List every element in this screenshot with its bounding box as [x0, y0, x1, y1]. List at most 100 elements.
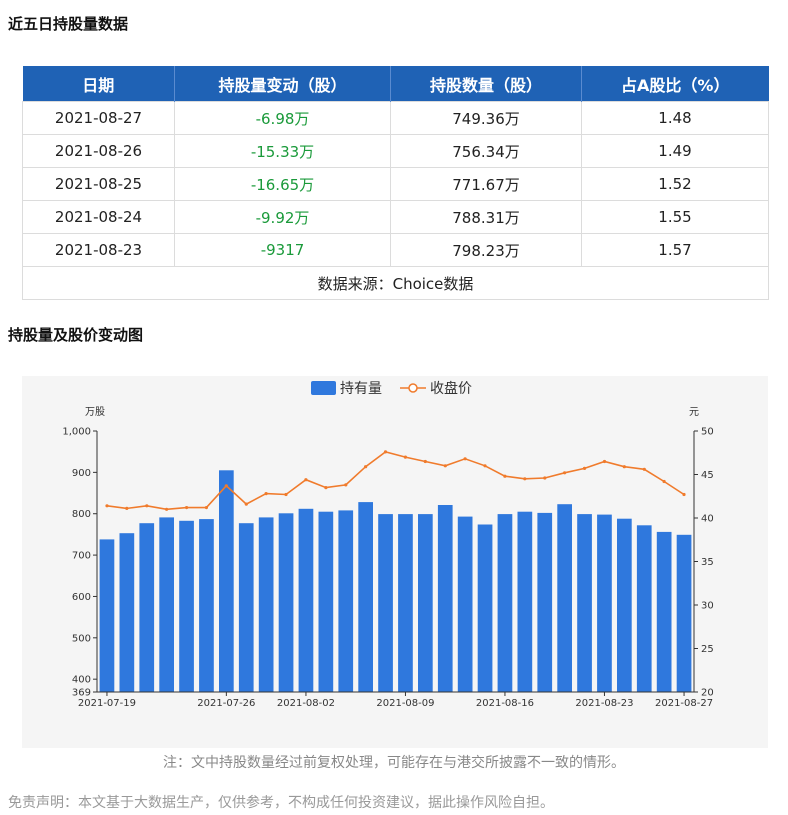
price-point	[145, 504, 149, 508]
bar-holdings	[99, 539, 115, 692]
bar-holdings	[418, 514, 433, 692]
bar-series-holdings	[99, 470, 692, 692]
y-right-tick-label: 40	[701, 514, 714, 525]
table-row: 2021-08-25 -16.65万 771.67万 1.52	[22, 167, 769, 201]
y-right-tick-label: 25	[701, 644, 714, 655]
cell-date: 2021-08-25	[22, 167, 175, 201]
bar-holdings	[119, 533, 135, 692]
bar-holdings	[219, 470, 234, 692]
price-point	[344, 483, 348, 487]
cell-change: -9.92万	[174, 200, 391, 234]
price-point	[602, 459, 607, 464]
price-point	[483, 464, 487, 468]
cell-change: -9317	[174, 233, 391, 267]
cell-change: -16.65万	[174, 167, 391, 201]
bar-holdings	[298, 508, 314, 692]
bar-holdings	[577, 514, 592, 692]
price-point	[642, 467, 646, 471]
cell-quantity: 756.34万	[390, 134, 582, 168]
data-source: 数据来源：Choice数据	[22, 266, 769, 300]
bar-holdings	[258, 517, 274, 692]
bar-holdings	[318, 511, 334, 692]
price-point	[423, 459, 427, 464]
footnote: 注：文中持股数量经过前复权处理，可能存在与港交所披露不一致的情形。	[163, 755, 625, 771]
price-point	[224, 484, 228, 488]
y-left-tick-label: 400	[72, 675, 91, 686]
y-right-tick-label: 30	[701, 601, 714, 612]
table-row: 2021-08-23 -9317 798.23万 1.57	[22, 233, 769, 267]
price-point	[443, 464, 447, 468]
x-tick-label: 2021-07-26	[197, 698, 255, 709]
holdings-price-chart: 持有量 收盘价 万股 元 369 400 500 600 700 800 900 1,000 2…	[62, 380, 714, 709]
price-point	[364, 465, 368, 469]
line-series-price	[105, 450, 686, 511]
section-title-holdings: 近五日持股量数据	[8, 15, 129, 33]
price-point	[622, 465, 626, 469]
table-row: 2021-08-26 -15.33万 756.34万 1.49	[22, 134, 769, 168]
legend-swatch-holdings	[311, 381, 336, 395]
bar-holdings	[238, 523, 254, 692]
bar-holdings	[457, 516, 473, 692]
bar-holdings	[656, 531, 672, 692]
x-tick-label: 2021-08-09	[376, 698, 434, 709]
price-point	[582, 466, 587, 470]
legend-label-price: 收盘价	[430, 380, 472, 397]
chart-panel: 持有量 收盘价 万股 元 369 400 500 600 700 800 900 1,000 2…	[22, 376, 768, 748]
cell-date: 2021-08-27	[22, 101, 175, 135]
cell-quantity: 798.23万	[390, 233, 582, 267]
y-right-unit-label: 元	[689, 407, 699, 418]
y-left-unit-label: 万股	[85, 406, 105, 418]
disclaimer: 免责声明：本文基于大数据生产，仅供参考，不构成任何投资建议，据此操作风险自担。	[8, 795, 554, 811]
price-point	[403, 455, 407, 459]
x-tick-label: 2021-08-23	[575, 698, 633, 709]
price-point	[543, 476, 547, 480]
price-line	[106, 451, 685, 511]
price-point	[125, 506, 129, 510]
header-quantity: 持股数量（股）	[390, 66, 582, 102]
cell-change: -6.98万	[174, 101, 391, 135]
price-point	[105, 504, 109, 508]
bar-holdings	[676, 534, 692, 692]
y-right-tick-label: 35	[701, 557, 714, 568]
y-left-tick-label: 1,000	[62, 427, 91, 438]
table-header-row: 日期 持股量变动（股） 持股数量（股） 占A股比（%）	[22, 66, 769, 102]
y-right-tick-label: 45	[701, 470, 714, 481]
cell-quantity: 771.67万	[390, 167, 582, 201]
price-point	[563, 471, 567, 475]
bar-holdings	[139, 523, 155, 692]
cell-date: 2021-08-23	[22, 233, 175, 267]
legend-swatch-price-marker	[408, 383, 418, 393]
header-ratio: 占A股比（%）	[581, 66, 769, 102]
bar-holdings	[199, 519, 214, 692]
x-tick-label: 2021-07-19	[78, 698, 136, 709]
legend-label-holdings: 持有量	[340, 381, 382, 397]
bar-holdings	[617, 518, 632, 692]
x-tick-label: 2021-08-02	[277, 698, 335, 709]
cell-date: 2021-08-24	[22, 200, 175, 234]
y-left-tick-label: 800	[72, 509, 91, 520]
cell-ratio: 1.49	[581, 134, 769, 168]
price-point	[165, 507, 169, 511]
y-left-tick-label: 500	[72, 633, 91, 644]
price-point	[523, 477, 527, 481]
cell-quantity: 749.36万	[390, 101, 582, 135]
bar-holdings	[378, 514, 393, 692]
bar-holdings	[537, 512, 553, 692]
y-right-tick-label: 20	[701, 688, 714, 699]
cell-ratio: 1.52	[581, 167, 769, 201]
bar-holdings	[358, 502, 373, 692]
cell-ratio: 1.57	[581, 233, 769, 267]
cell-date: 2021-08-26	[22, 134, 175, 168]
bar-holdings	[159, 517, 174, 692]
table-row: 2021-08-24 -9.92万 788.31万 1.55	[22, 200, 769, 234]
y-left-tick-label: 369	[72, 688, 91, 699]
cell-ratio: 1.48	[581, 101, 769, 135]
y-left-tick-label: 900	[72, 468, 91, 479]
x-tick-label: 2021-08-16	[476, 698, 534, 709]
y-left-tick-label: 700	[72, 551, 91, 562]
section-title-chart: 持股量及股价变动图	[8, 326, 144, 344]
bar-holdings	[517, 511, 533, 692]
price-point	[662, 479, 666, 484]
header-change: 持股量变动（股）	[174, 66, 391, 102]
price-point	[383, 450, 388, 454]
